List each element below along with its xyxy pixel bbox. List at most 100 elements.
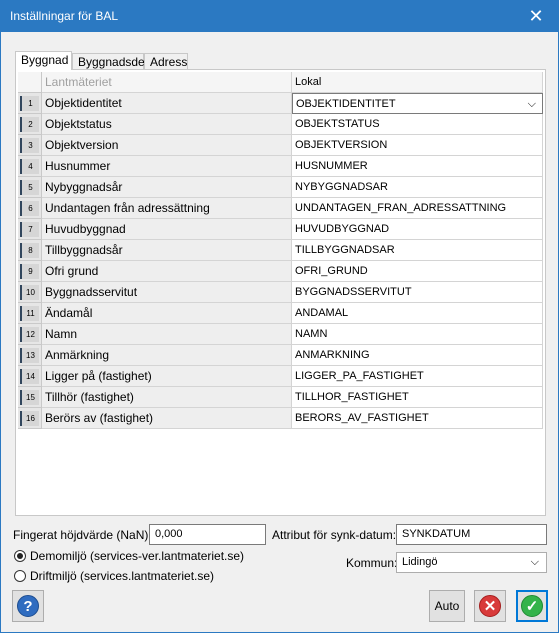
- ok-button[interactable]: ✓: [516, 590, 548, 622]
- local-field-cell[interactable]: OFRI_GRUND: [292, 261, 543, 282]
- local-field-value: LIGGER_PA_FASTIGHET: [295, 370, 424, 382]
- row-header[interactable]: 6: [18, 198, 42, 219]
- table-row[interactable]: 2 Objektstatus OBJEKTSTATUS: [18, 114, 543, 135]
- tab-adress[interactable]: Adress: [144, 53, 188, 69]
- attribute-name-cell: Tillhör (fastighet): [42, 387, 292, 408]
- local-field-cell[interactable]: TILLBYGGNADSAR: [292, 240, 543, 261]
- row-header[interactable]: 10: [18, 282, 42, 303]
- attribute-name-cell: Objektidentitet: [42, 93, 292, 114]
- row-header[interactable]: 3: [18, 135, 42, 156]
- attribute-name-cell: Byggnadsservitut: [42, 282, 292, 303]
- local-field-cell[interactable]: BYGGNADSSERVITUT: [292, 282, 543, 303]
- synk-input[interactable]: SYNKDATUM: [396, 524, 547, 545]
- fingerat-input[interactable]: 0,000: [149, 524, 266, 545]
- kommun-value: Lidingö: [402, 556, 438, 568]
- table-row[interactable]: 1 Objektidentitet OBJEKTIDENTITET ⌵: [18, 93, 543, 114]
- local-field-cell[interactable]: LIGGER_PA_FASTIGHET: [292, 366, 543, 387]
- help-button[interactable]: ?: [12, 590, 44, 622]
- attribute-name-cell: Berörs av (fastighet): [42, 408, 292, 429]
- help-icon: ?: [17, 595, 39, 617]
- local-field-cell[interactable]: TILLHOR_FASTIGHET: [292, 387, 543, 408]
- local-field-cell[interactable]: BERORS_AV_FASTIGHET: [292, 408, 543, 429]
- local-field-cell[interactable]: NYBYGGNADSAR: [292, 177, 543, 198]
- cancel-icon: ✕: [479, 595, 501, 617]
- row-header[interactable]: 12: [18, 324, 42, 345]
- table-row[interactable]: 10 Byggnadsservitut BYGGNADSSERVITUT: [18, 282, 543, 303]
- row-number: 8: [20, 243, 39, 258]
- row-header[interactable]: 9: [18, 261, 42, 282]
- table-row[interactable]: 16 Berörs av (fastighet) BERORS_AV_FASTIGH…: [18, 408, 543, 429]
- table-row[interactable]: 7 Huvudbyggnad HUVUDBYGGNAD: [18, 219, 543, 240]
- close-icon[interactable]: ✕: [514, 1, 558, 31]
- row-header[interactable]: 14: [18, 366, 42, 387]
- attribute-name-cell: Ofri grund: [42, 261, 292, 282]
- table-row[interactable]: 12 Namn NAMN: [18, 324, 543, 345]
- table-row[interactable]: 9 Ofri grund OFRI_GRUND: [18, 261, 543, 282]
- attribute-name-cell: Ändamål: [42, 303, 292, 324]
- auto-button[interactable]: Auto: [429, 590, 465, 622]
- row-header[interactable]: 7: [18, 219, 42, 240]
- table-row[interactable]: 3 Objektversion OBJEKTVERSION: [18, 135, 543, 156]
- table-row[interactable]: 6 Undantagen från adressättning UNDANTAGEN…: [18, 198, 543, 219]
- attribute-name-cell: Anmärkning: [42, 345, 292, 366]
- local-field-cell[interactable]: UNDANTAGEN_FRAN_ADRESSATTNING: [292, 198, 543, 219]
- row-number: 2: [20, 117, 39, 132]
- row-header[interactable]: 2: [18, 114, 42, 135]
- table-row[interactable]: 14 Ligger på (fastighet) LIGGER_PA_FASTIGH…: [18, 366, 543, 387]
- table-row[interactable]: 8 Tillbyggnadsår TILLBYGGNADSAR: [18, 240, 543, 261]
- chevron-down-icon: ⌵: [530, 556, 539, 568]
- row-number: 4: [20, 159, 39, 174]
- column-header-lantmateriet[interactable]: Lantmäteriet: [42, 72, 292, 93]
- local-field-cell[interactable]: NAMN: [292, 324, 543, 345]
- fingerat-label: Fingerat höjdvärde (NaN):: [13, 528, 152, 542]
- row-header[interactable]: 5: [18, 177, 42, 198]
- drift-radio[interactable]: [14, 570, 26, 582]
- row-header[interactable]: 4: [18, 156, 42, 177]
- column-header-lokal[interactable]: Lokal: [292, 72, 543, 93]
- local-field-value: BERORS_AV_FASTIGHET: [295, 412, 429, 424]
- row-number: 13: [20, 348, 39, 363]
- table-row[interactable]: 5 Nybyggnadsår NYBYGGNADSAR: [18, 177, 543, 198]
- table-row[interactable]: 11 Ändamål ANDAMAL: [18, 303, 543, 324]
- tab-byggnad[interactable]: Byggnad: [15, 51, 72, 70]
- local-field-value: OBJEKTVERSION: [295, 139, 388, 151]
- tab-byggnadsdel[interactable]: Byggnadsdel: [72, 53, 147, 69]
- synk-label: Attribut för synk-datum:: [272, 528, 397, 542]
- table-row[interactable]: 4 Husnummer HUSNUMMER: [18, 156, 543, 177]
- window-title: Inställningar för BAL: [10, 9, 119, 23]
- local-field-cell[interactable]: ANDAMAL: [292, 303, 543, 324]
- demo-label[interactable]: Demomiljö (services-ver.lantmateriet.se): [30, 549, 244, 563]
- local-field-cell[interactable]: OBJEKTSTATUS: [292, 114, 543, 135]
- drift-label[interactable]: Driftmiljö (services.lantmateriet.se): [30, 569, 214, 583]
- row-header[interactable]: 11: [18, 303, 42, 324]
- local-field-combo[interactable]: OBJEKTIDENTITET ⌵: [292, 93, 543, 114]
- row-number: 3: [20, 138, 39, 153]
- cancel-button[interactable]: ✕: [474, 590, 506, 622]
- local-field-cell[interactable]: HUVUDBYGGNAD: [292, 219, 543, 240]
- row-header[interactable]: 15: [18, 387, 42, 408]
- attribute-name-cell: Objektstatus: [42, 114, 292, 135]
- local-field-cell[interactable]: HUSNUMMER: [292, 156, 543, 177]
- row-header[interactable]: 16: [18, 408, 42, 429]
- kommun-label: Kommun:: [346, 556, 398, 570]
- local-field-value: HUSNUMMER: [295, 160, 368, 172]
- kommun-select[interactable]: Lidingö ⌵: [396, 552, 547, 573]
- table-row[interactable]: 13 Anmärkning ANMARKNING: [18, 345, 543, 366]
- row-header[interactable]: 8: [18, 240, 42, 261]
- grid-corner: [18, 72, 42, 93]
- row-number: 5: [20, 180, 39, 195]
- tab-panel-byggnad: Lantmäteriet Lokal 1 Objektidentitet OBJEK…: [15, 69, 546, 516]
- row-number: 7: [20, 222, 39, 237]
- row-header[interactable]: 1: [18, 93, 42, 114]
- row-number: 10: [20, 285, 39, 300]
- grid-header-row: Lantmäteriet Lokal: [18, 72, 543, 93]
- settings-dialog: Inställningar för BAL ✕ Byggnad Byggnads…: [0, 0, 559, 633]
- local-field-value: ANDAMAL: [295, 307, 349, 319]
- demo-radio[interactable]: [14, 550, 26, 562]
- table-row[interactable]: 15 Tillhör (fastighet) TILLHOR_FASTIGHET: [18, 387, 543, 408]
- row-header[interactable]: 13: [18, 345, 42, 366]
- attribute-name-cell: Undantagen från adressättning: [42, 198, 292, 219]
- local-field-cell[interactable]: ANMARKNING: [292, 345, 543, 366]
- chevron-down-icon[interactable]: ⌵: [528, 94, 536, 113]
- local-field-cell[interactable]: OBJEKTVERSION: [292, 135, 543, 156]
